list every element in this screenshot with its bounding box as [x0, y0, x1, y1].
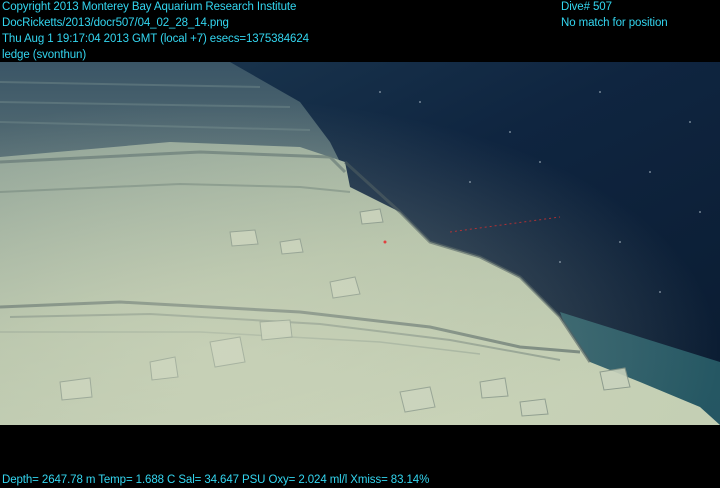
metadata-block: Copyright 2013 Monterey Bay Aquarium Res…: [2, 0, 309, 63]
laser-dot: [383, 240, 387, 244]
position-status: No match for position: [561, 17, 668, 29]
timestamp-line: Thu Aug 1 19:17:04 2013 GMT (local +7) e…: [2, 33, 309, 45]
lamp-glow: [0, 62, 720, 425]
dive-info-block: Dive# 507 No match for position: [561, 0, 668, 31]
seafloor-photo: [0, 62, 720, 425]
annotation-line: ledge (svonthun): [2, 49, 87, 61]
copyright-line: Copyright 2013 Monterey Bay Aquarium Res…: [2, 1, 297, 13]
file-path-line: DocRicketts/2013/docr507/04_02_28_14.png: [2, 17, 229, 29]
frame-grab: Copyright 2013 Monterey Bay Aquarium Res…: [0, 0, 720, 486]
dive-number: Dive# 507: [561, 1, 612, 13]
seafloor-scene: [0, 62, 720, 425]
